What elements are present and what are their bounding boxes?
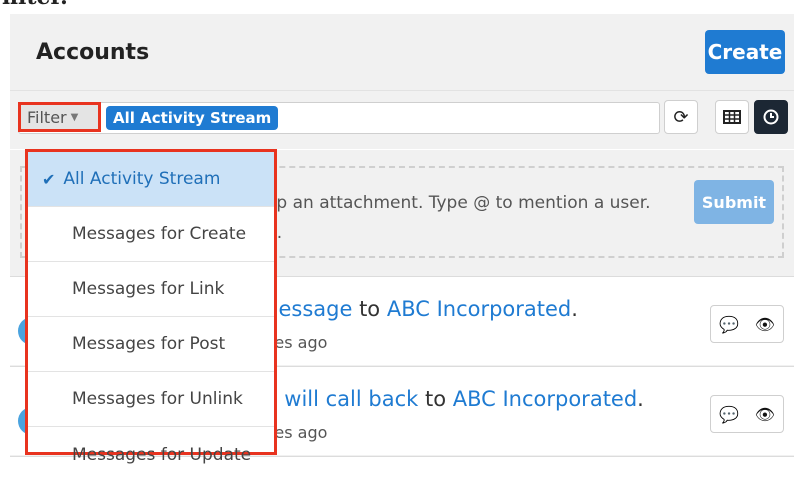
comment-icon[interactable]: 💬 bbox=[719, 315, 739, 334]
filter-option-messages-for-unlink[interactable]: Messages for Unlink bbox=[28, 372, 274, 427]
entry-text: e, will call back to ABC Incorporated. bbox=[258, 387, 644, 411]
filter-option-messages-for-create[interactable]: Messages for Create bbox=[28, 207, 274, 262]
filter-toolbar: Filter ▼ All Activity Stream ⟳ bbox=[10, 91, 794, 149]
grid-view-icon bbox=[723, 110, 741, 124]
page-header: Accounts Create bbox=[10, 14, 794, 91]
activity-stream-button[interactable] bbox=[754, 100, 788, 134]
eye-icon[interactable]: 👁 bbox=[755, 315, 775, 334]
entry-text: message to ABC Incorporated. bbox=[258, 297, 578, 321]
entry-target-link[interactable]: ABC Incorporated bbox=[387, 297, 571, 321]
refresh-icon: ⟳ bbox=[673, 106, 689, 128]
entry-actions: 💬 👁 bbox=[710, 305, 784, 343]
filter-option-messages-for-post[interactable]: Messages for Post bbox=[28, 317, 274, 372]
page-title: Accounts bbox=[36, 40, 150, 65]
refresh-button[interactable]: ⟳ bbox=[664, 100, 698, 134]
caret-down-icon: ▼ bbox=[70, 111, 79, 123]
composer-placeholder: op an attachment. Type @ to mention a us… bbox=[266, 193, 651, 243]
entry-actions: 💬 👁 bbox=[710, 395, 784, 433]
clock-icon bbox=[763, 109, 779, 125]
page-top-text-clip: filter. bbox=[0, 0, 804, 10]
grid-view-button[interactable] bbox=[715, 100, 749, 134]
filter-dropdown-menu: ✔ All Activity Stream Messages for Creat… bbox=[25, 149, 277, 465]
active-filter-pill[interactable]: All Activity Stream bbox=[106, 106, 279, 130]
entry-target-link[interactable]: ABC Incorporated bbox=[453, 387, 637, 411]
filter-option-messages-for-link[interactable]: Messages for Link bbox=[28, 262, 274, 317]
filter-button-label: Filter bbox=[27, 107, 67, 127]
filter-button[interactable]: Filter ▼ bbox=[18, 102, 101, 132]
eye-icon[interactable]: 👁 bbox=[755, 405, 775, 424]
checkmark-icon: ✔ bbox=[42, 169, 56, 189]
page-top-text: filter. bbox=[2, 0, 68, 10]
create-button[interactable]: Create bbox=[705, 30, 785, 74]
entry-subject-link[interactable]: e, will call back bbox=[258, 387, 418, 411]
submit-button[interactable]: Submit bbox=[694, 180, 774, 224]
filter-option-all-activity-stream[interactable]: ✔ All Activity Stream bbox=[28, 152, 274, 207]
filter-option-messages-for-update[interactable]: Messages for Update bbox=[28, 427, 274, 482]
comment-icon[interactable]: 💬 bbox=[719, 405, 739, 424]
